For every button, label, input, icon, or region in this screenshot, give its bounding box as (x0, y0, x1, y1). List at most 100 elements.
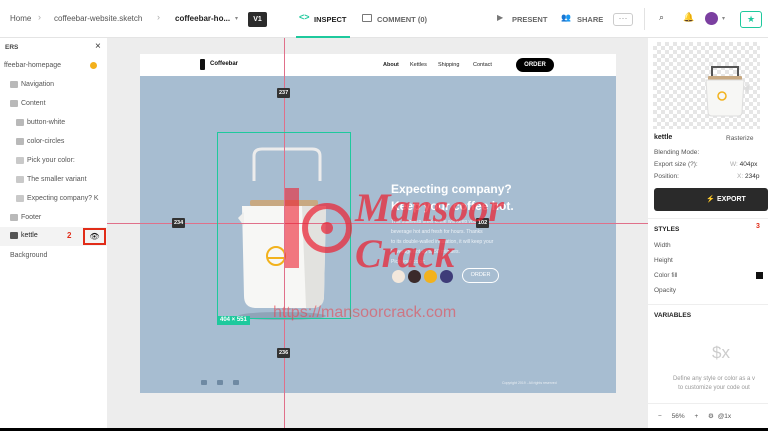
close-icon[interactable]: × (95, 41, 101, 52)
layer-label: Background (10, 252, 48, 259)
watermark-text: Mansoor Crack (355, 185, 504, 277)
folder-icon (10, 100, 18, 107)
layer-item[interactable]: Pick your color: (0, 153, 107, 170)
layer-label: Footer (21, 214, 42, 221)
star-icon[interactable]: ★ (740, 11, 762, 28)
rasterize-label[interactable]: Rasterize (726, 135, 753, 142)
empty-line: to customize your code out (678, 385, 750, 391)
warning-icon (90, 62, 97, 69)
artboard-nav: Coffeebar About Kettles Shipping Contact… (140, 54, 616, 76)
export-size-val: 404px (739, 161, 758, 168)
width-label: Width (654, 242, 671, 249)
export-label: EXPORT (717, 196, 746, 203)
order-button[interactable]: ORDER (516, 58, 554, 72)
image-icon (10, 232, 18, 239)
scale-level[interactable]: @1x (718, 413, 731, 420)
divider (648, 218, 768, 219)
layer-item[interactable]: The smaller variant (0, 172, 107, 189)
layer-item[interactable]: Background (0, 248, 107, 265)
layer-label: kettle (21, 232, 38, 239)
zoom-in-icon[interactable]: + (694, 413, 698, 420)
youtube-icon[interactable] (233, 380, 239, 385)
app-window: Home › coffeebar-website.sketch › coffee… (0, 0, 768, 428)
layer-item[interactable]: Navigation (0, 77, 107, 94)
kettle-thumbnail (705, 66, 750, 117)
layer-item[interactable]: button-white (0, 115, 107, 132)
styles-heading: STYLES (654, 226, 680, 233)
export-button[interactable]: ⚡ EXPORT (654, 188, 768, 211)
inspector-panel: kettle Rasterize Blending Mode: Export s… (648, 38, 768, 428)
nav-link-contact[interactable]: Contact (473, 62, 492, 68)
avatar[interactable] (705, 12, 718, 25)
color-fill-label: Color fill (654, 272, 678, 279)
empty-line: Define any style or color as a v (672, 376, 756, 382)
tab-inspect[interactable]: <> INSPECT (296, 0, 350, 38)
distance-bottom-label: 236 (277, 348, 291, 358)
cup-logo-icon (200, 59, 205, 70)
facebook-icon[interactable] (217, 380, 223, 385)
position-label: Position: (654, 173, 679, 180)
brand-logo: Coffeebar (210, 61, 239, 67)
folder-icon (16, 138, 24, 145)
eye-icon[interactable]: 👁 (83, 228, 106, 245)
export-size-key: W: (730, 161, 738, 168)
layer-label: color-circles (27, 138, 65, 145)
top-bar: Home › coffeebar-website.sketch › coffee… (0, 0, 768, 38)
chevron-down-icon[interactable]: ▾ (235, 15, 238, 22)
layer-name: kettle (654, 134, 673, 141)
bolt-icon: ⚡ (706, 196, 715, 203)
search-icon[interactable]: ⌕ (659, 12, 664, 23)
layer-label: Navigation (21, 81, 55, 88)
distance-left-label: 234 (172, 218, 186, 228)
layers-title: ERS (5, 44, 19, 51)
folder-icon (10, 214, 18, 221)
share-label: SHARE (577, 15, 604, 24)
export-size-value: W: 404px (730, 161, 757, 168)
bell-icon[interactable]: 🔔 (683, 12, 694, 23)
size-label: 404 × 551 (217, 316, 250, 325)
nav-link-shipping[interactable]: Shipping (438, 62, 459, 68)
variables-heading: VARIABLES (654, 312, 692, 319)
zoom-out-icon[interactable]: − (658, 413, 662, 420)
breadcrumb-file[interactable]: coffeebar-website.sketch (54, 14, 142, 23)
position-key: X: (737, 173, 744, 180)
breadcrumb-home[interactable]: Home (10, 14, 31, 23)
nav-link-about[interactable]: About (383, 62, 399, 68)
twitter-icon[interactable] (201, 380, 207, 385)
layer-item[interactable]: Footer (0, 210, 107, 227)
page-selector[interactable]: coffeebar-ho... (175, 14, 230, 23)
divider (644, 8, 645, 30)
code-icon: <> (299, 12, 310, 22)
watermark-url: https://mansoorcrack.com (273, 304, 457, 321)
layer-label: ffeebar-homepage (4, 62, 62, 69)
divider (648, 304, 768, 305)
version-badge[interactable]: V1 (248, 12, 267, 27)
layer-label: The smaller variant (27, 176, 87, 183)
color-swatch[interactable] (756, 272, 763, 279)
layer-item[interactable]: Content (0, 96, 107, 113)
users-icon: 👥 (561, 13, 571, 22)
folder-icon (10, 81, 18, 88)
blending-mode-label: Blending Mode: (654, 149, 700, 156)
copyright-text: Copyright 2019 - All rights reserved (502, 381, 557, 385)
divider (648, 403, 768, 404)
variables-empty-icon: $x (712, 343, 730, 362)
play-icon: ▶ (497, 13, 504, 22)
layer-item[interactable]: Expecting company? K (0, 191, 107, 208)
layer-label: Pick your color: (27, 157, 75, 164)
layer-item[interactable]: color-circles (0, 134, 107, 151)
nav-link-kettles[interactable]: Kettles (410, 62, 427, 68)
export-size-label: Export size (?): (654, 161, 698, 168)
chevron-down-icon[interactable]: ▾ (722, 15, 725, 22)
zoom-level[interactable]: 56% (672, 413, 685, 420)
settings-icon[interactable]: ⚙ (708, 413, 714, 420)
layer-label: button-white (27, 119, 66, 126)
distance-top-label: 237 (277, 88, 291, 98)
text-layer-icon (16, 157, 24, 164)
variables-empty-text: Define any style or color as a v to cust… (654, 375, 768, 393)
layer-item[interactable]: ffeebar-homepage (0, 58, 107, 75)
layer-thumbnail (653, 42, 760, 129)
layer-item-kettle[interactable]: kettle 2 👁 (0, 227, 107, 246)
more-options-button[interactable]: ··· (613, 13, 633, 26)
chevron-right-icon: › (157, 12, 160, 22)
